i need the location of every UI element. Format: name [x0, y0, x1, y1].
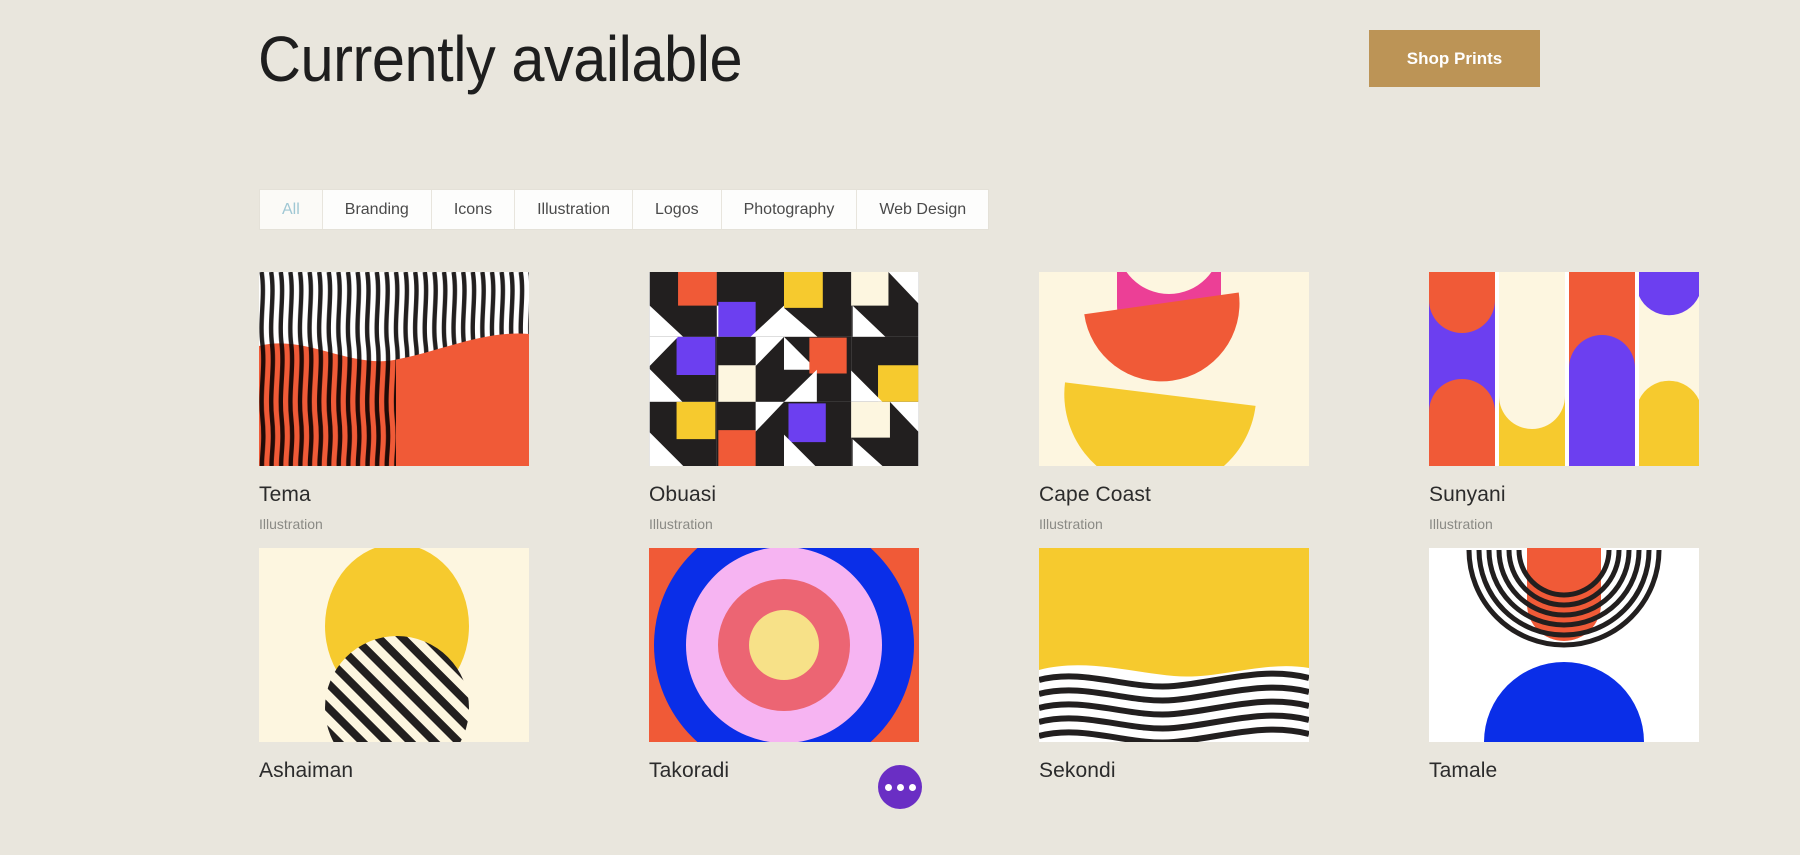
ellipsis-dot-icon: [884, 783, 892, 791]
tab-illustration[interactable]: Illustration: [515, 190, 633, 229]
tab-icons[interactable]: Icons: [431, 190, 516, 229]
tab-logos[interactable]: Logos: [633, 190, 722, 229]
category-filter-tabs: All Branding Icons Illustration Logos Ph…: [259, 189, 990, 230]
artwork-thumbnail-ashaiman[interactable]: [259, 548, 529, 742]
gallery-card: Tema Illustration: [259, 272, 529, 532]
gallery-card: Takoradi: [649, 548, 919, 792]
card-title: Cape Coast: [1039, 483, 1151, 506]
tab-web-design[interactable]: Web Design: [857, 190, 989, 229]
ellipsis-dot-icon: [908, 783, 916, 791]
card-title: Tema: [259, 483, 311, 506]
more-options-fab[interactable]: [878, 765, 922, 809]
ellipsis-dot-icon: [896, 783, 904, 791]
card-category: Illustration: [259, 516, 323, 532]
artwork-thumbnail-takoradi[interactable]: [649, 548, 919, 742]
gallery-card: Tamale: [1429, 548, 1699, 792]
shop-prints-button[interactable]: Shop Prints: [1369, 30, 1540, 87]
card-title: Ashaiman: [259, 759, 354, 782]
gallery-card: Sekondi: [1039, 548, 1309, 792]
gallery-card: Cape Coast Illustration: [1039, 272, 1309, 532]
gallery-card: Sunyani Illustration: [1429, 272, 1699, 532]
card-category: Illustration: [1039, 516, 1103, 532]
artwork-thumbnail-sekondi[interactable]: [1039, 548, 1309, 742]
gallery-grid: Tema Illustration Obuasi Illustration Ca…: [259, 272, 1699, 792]
tab-all[interactable]: All: [260, 190, 323, 229]
card-title: Sunyani: [1429, 483, 1506, 506]
card-title: Obuasi: [649, 483, 717, 506]
artwork-thumbnail-cape-coast[interactable]: [1039, 272, 1309, 466]
tab-branding[interactable]: Branding: [322, 190, 432, 229]
card-category: Illustration: [1429, 516, 1493, 532]
card-title: Tamale: [1429, 759, 1498, 782]
artwork-thumbnail-tema[interactable]: [259, 272, 529, 466]
card-category: Illustration: [649, 516, 713, 532]
gallery-page: Currently available Shop Prints All Bran…: [0, 0, 1800, 855]
tab-photography[interactable]: Photography: [721, 190, 858, 229]
gallery-card: Ashaiman: [259, 548, 529, 792]
card-title: Sekondi: [1039, 759, 1116, 782]
gallery-card: Obuasi Illustration: [649, 272, 919, 532]
artwork-thumbnail-sunyani[interactable]: [1429, 272, 1699, 466]
artwork-thumbnail-obuasi[interactable]: [649, 272, 919, 466]
page-title: Currently available: [258, 23, 743, 95]
artwork-thumbnail-tamale[interactable]: [1429, 548, 1699, 742]
